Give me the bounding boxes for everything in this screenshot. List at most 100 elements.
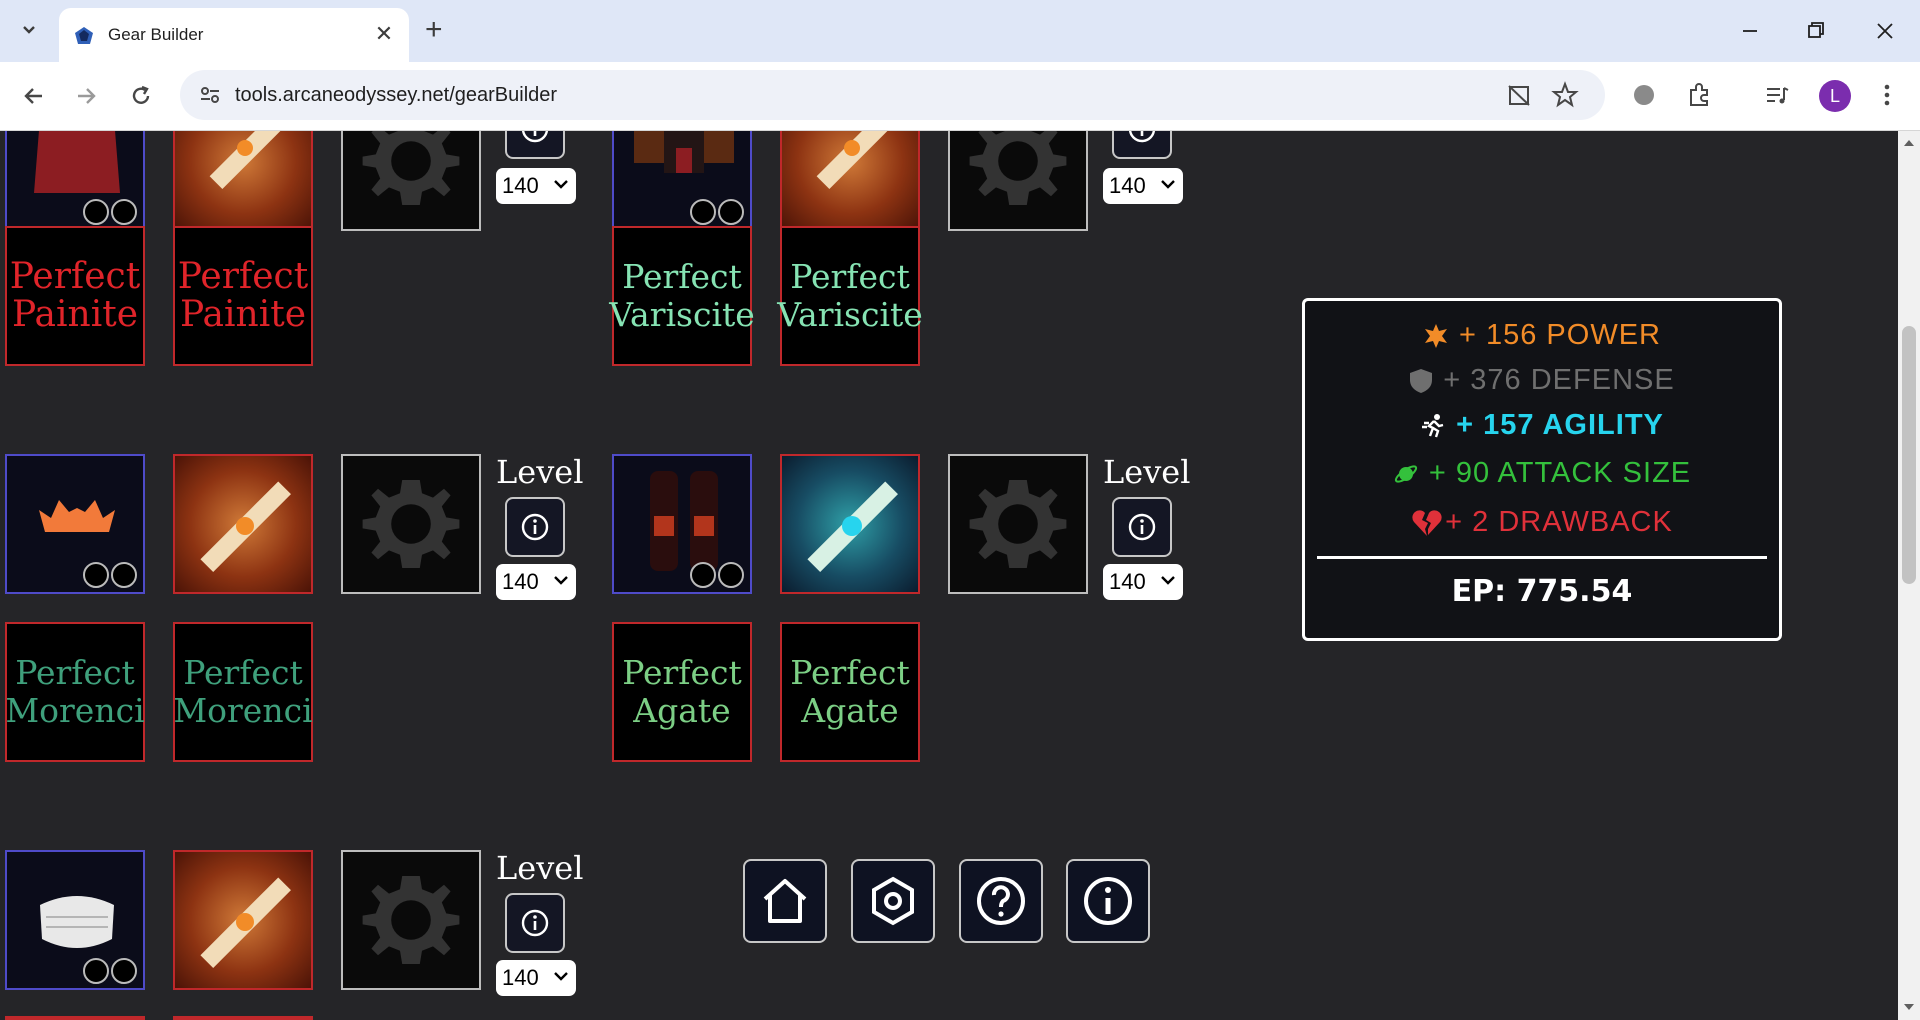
profile-avatar[interactable]: L [1819, 80, 1851, 112]
level-select[interactable]: 140 [496, 564, 576, 600]
forward-icon[interactable] [68, 78, 104, 114]
url-text: tools.arcaneodyssey.net/gearBuilder [235, 84, 558, 106]
gear-icon [362, 876, 460, 964]
minimize-icon[interactable] [1730, 14, 1770, 48]
scroll-down-icon[interactable] [1903, 1003, 1915, 1011]
gem-slot[interactable]: Perfect Agate [612, 622, 752, 762]
cape-icon [34, 131, 120, 193]
modifier-slot[interactable] [341, 850, 481, 990]
info-button[interactable] [505, 893, 565, 953]
back-icon[interactable] [16, 78, 52, 114]
info-button[interactable] [1112, 131, 1172, 159]
info-button[interactable] [505, 497, 565, 557]
shield-icon [1410, 368, 1433, 393]
scroll-icon [807, 481, 898, 572]
address-bar[interactable]: tools.arcaneodyssey.net/gearBuilder [180, 70, 1605, 120]
armor-icon [634, 131, 734, 173]
amulet-slot[interactable] [5, 131, 145, 231]
modifier-slot[interactable] [948, 454, 1088, 594]
mask-icon [39, 500, 115, 532]
next-slot-edge [173, 1016, 313, 1020]
restore-icon[interactable] [1796, 14, 1836, 48]
chestplate-slot[interactable] [612, 131, 752, 231]
scroll-icon [200, 877, 291, 968]
gear-icon [969, 480, 1067, 568]
power-stat: + 156 POWER [1305, 319, 1779, 352]
gem-slot[interactable]: Perfect Painite [173, 226, 313, 366]
boots-slot[interactable] [612, 454, 752, 594]
gem-slot[interactable]: Perfect Agate [780, 622, 920, 762]
accessory-slot[interactable] [5, 850, 145, 990]
planet-icon [1394, 464, 1417, 483]
browser-tab[interactable]: Gear Builder ✕ [59, 8, 409, 62]
info-icon [521, 131, 549, 143]
menu-kebab-icon[interactable] [1870, 78, 1904, 112]
gear-icon [969, 131, 1067, 205]
level-select[interactable]: 140 [496, 960, 576, 996]
gem-name: Perfect Painite [9, 256, 141, 335]
extensions-puzzle-icon[interactable] [1682, 78, 1716, 112]
scroll-up-icon[interactable] [1903, 139, 1915, 147]
no-tracking-icon[interactable] [1502, 78, 1536, 112]
defense-stat: + 376 DEFENSE [1305, 364, 1779, 397]
settings-button[interactable] [851, 859, 935, 943]
gem-slot[interactable]: Perfect Morenci [5, 622, 145, 762]
gem-name: Perfect Morenci [173, 653, 313, 730]
extension-bubble-icon[interactable] [1627, 78, 1661, 112]
new-tab-icon[interactable]: + [425, 15, 443, 45]
gem-slot[interactable]: Perfect Painite [5, 226, 145, 366]
level-select[interactable]: 140 [1103, 168, 1183, 204]
enchant-slot[interactable] [173, 454, 313, 594]
gem-name: Perfect Agate [622, 653, 742, 730]
enchant-slot[interactable] [780, 131, 920, 231]
power-burst-icon [1425, 323, 1447, 348]
info-button[interactable] [1112, 497, 1172, 557]
scrollbar-thumb[interactable] [1902, 326, 1916, 584]
gem-slot[interactable]: Perfect Variscite [609, 226, 755, 366]
bookmark-star-icon[interactable] [1548, 78, 1582, 112]
browser-tab-strip: Gear Builder ✕ + [0, 0, 1920, 62]
browser-toolbar: tools.arcaneodyssey.net/gearBuilder L [0, 62, 1920, 131]
gear-builder-page: 140 140 Perfect Painite Perfect Painite … [0, 131, 1898, 1020]
gear-icon [362, 480, 460, 568]
site-info-icon[interactable] [198, 83, 222, 112]
info-icon [1084, 877, 1132, 925]
hexagon-settings-icon [872, 876, 914, 926]
scroll-icon [816, 131, 897, 190]
gem-slot[interactable]: Perfect Morenci [173, 622, 313, 762]
tab-search-icon[interactable] [16, 17, 42, 43]
modifier-slot[interactable] [948, 131, 1088, 231]
modifier-slot[interactable] [341, 131, 481, 231]
gem-name: Perfect Painite [177, 256, 309, 335]
info-button[interactable] [505, 131, 565, 159]
page-scrollbar[interactable] [1898, 131, 1920, 1020]
reload-icon[interactable] [123, 78, 159, 114]
home-button[interactable] [743, 859, 827, 943]
info-icon [1128, 131, 1156, 143]
scroll-icon [209, 131, 290, 190]
enchant-slot[interactable] [173, 131, 313, 231]
close-window-icon[interactable] [1865, 14, 1905, 48]
gem-slot[interactable]: Perfect Variscite [777, 226, 923, 366]
level-label: Level [496, 453, 584, 491]
gear-icon [362, 131, 460, 205]
tab-close-icon[interactable]: ✕ [371, 21, 397, 47]
stats-panel: + 156 POWER + 376 DEFENSE + 157 AGILITY … [1302, 298, 1782, 641]
about-button[interactable] [1066, 859, 1150, 943]
tab-title: Gear Builder [108, 25, 204, 44]
level-select[interactable]: 140 [496, 168, 576, 204]
drawback-stat: + 2 DRAWBACK [1305, 506, 1779, 539]
modifier-slot[interactable] [341, 454, 481, 594]
level-select[interactable]: 140 [1103, 564, 1183, 600]
gem-name: Perfect Morenci [5, 653, 145, 730]
running-icon [1422, 413, 1444, 437]
gem-name: Perfect Variscite [777, 257, 923, 334]
attack-size-stat: + 90 ATTACK SIZE [1305, 457, 1779, 490]
accessory-slot[interactable] [5, 454, 145, 594]
media-control-icon[interactable] [1760, 78, 1794, 112]
gem-sockets [688, 199, 748, 227]
help-button[interactable] [959, 859, 1043, 943]
enchant-slot[interactable] [173, 850, 313, 990]
scroll-icon [200, 481, 291, 572]
enchant-slot[interactable] [780, 454, 920, 594]
